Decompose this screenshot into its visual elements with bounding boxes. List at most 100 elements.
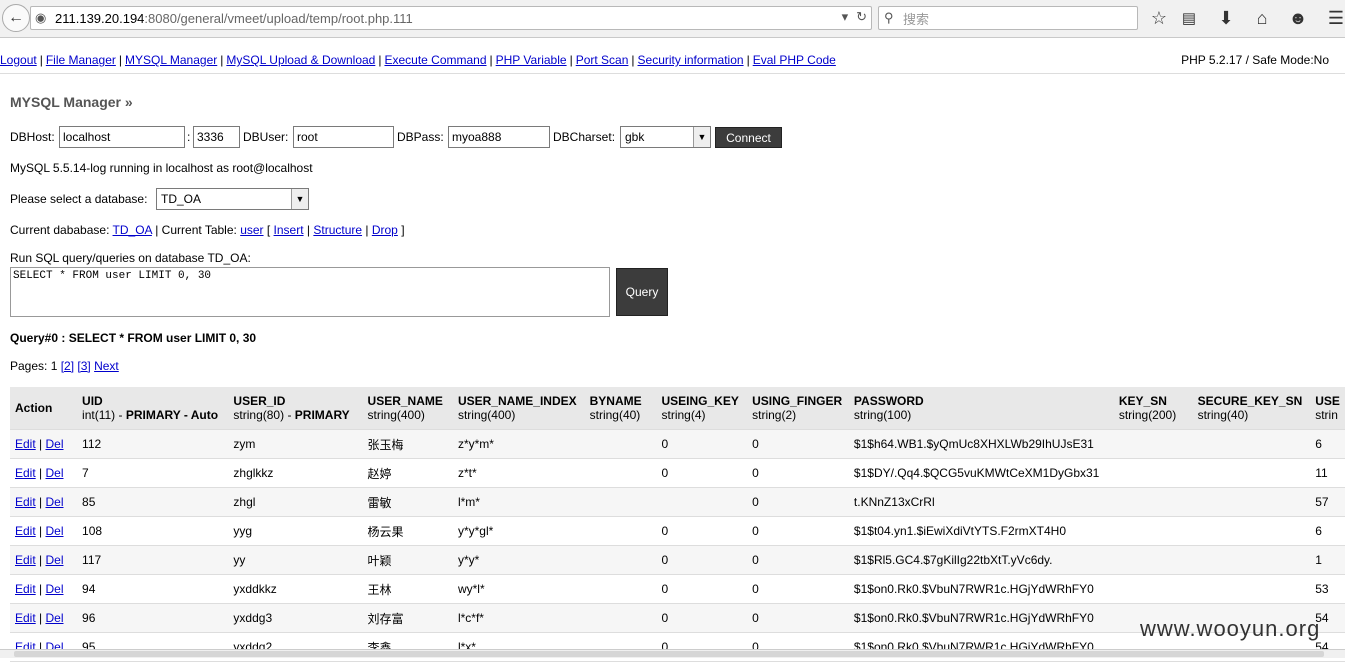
- current-table-link[interactable]: user: [240, 223, 263, 237]
- table-cell: $1$DY/.Qq4.$QCG5vuKMWtCeXM1DyGbx31: [848, 458, 1114, 488]
- address-bar[interactable]: ◉ 211.139.20.194:8080/general/vmeet/uplo…: [30, 6, 872, 30]
- browser-toolbar: ← ◉ 211.139.20.194:8080/general/vmeet/up…: [0, 0, 1345, 38]
- page-2-link[interactable]: [2]: [61, 359, 74, 373]
- table-cell: 雷敏: [362, 487, 453, 517]
- nav-file-manager[interactable]: File Manager: [46, 53, 116, 67]
- table-cell: 0: [656, 458, 748, 488]
- table-cell: yxddg3: [228, 603, 363, 633]
- column-header: USER_NAME string(400): [362, 387, 453, 430]
- table-cell: [1113, 429, 1193, 459]
- column-header: KEY_SN string(200): [1113, 387, 1193, 430]
- edit-link[interactable]: Edit: [15, 611, 36, 625]
- query-button[interactable]: Query: [616, 268, 668, 316]
- table-cell: [1113, 545, 1193, 575]
- del-link[interactable]: Del: [45, 495, 63, 509]
- current-database-line: Current dababase: TD_OA | Current Table:…: [10, 223, 405, 237]
- table-cell: [1113, 458, 1193, 488]
- chat-icon[interactable]: ☻: [1284, 4, 1312, 32]
- table-cell: yy: [228, 545, 363, 575]
- table-cell: zhglkkz: [228, 458, 363, 488]
- dropdown-arrow-icon[interactable]: ▾: [842, 9, 849, 25]
- row-actions: Edit | Del: [10, 545, 78, 575]
- dbuser-input[interactable]: [293, 126, 394, 148]
- horizontal-scrollbar[interactable]: [0, 649, 1345, 658]
- table-cell: z*y*m*: [452, 429, 585, 459]
- table-cell: zhgl: [228, 487, 363, 517]
- globe-icon: ◉: [35, 10, 47, 25]
- nav-mysql-manager[interactable]: MYSQL Manager: [125, 53, 217, 67]
- structure-link[interactable]: Structure: [313, 223, 362, 237]
- back-button[interactable]: ←: [2, 4, 30, 32]
- scrollbar-thumb[interactable]: [14, 651, 1324, 657]
- dbcharset-select[interactable]: gbk ▼: [620, 126, 711, 148]
- del-link[interactable]: Del: [45, 524, 63, 538]
- table-cell: [584, 574, 657, 604]
- edit-link[interactable]: Edit: [15, 466, 36, 480]
- table-cell: 96: [77, 603, 229, 633]
- database-select[interactable]: TD_OA ▼: [156, 188, 309, 210]
- home-icon[interactable]: ⌂: [1248, 4, 1276, 32]
- del-link[interactable]: Del: [45, 437, 63, 451]
- nav-php-variable[interactable]: PHP Variable: [496, 53, 567, 67]
- table-cell: 117: [77, 545, 229, 575]
- del-link[interactable]: Del: [45, 553, 63, 567]
- download-icon[interactable]: ⬇: [1212, 4, 1240, 32]
- search-input[interactable]: [901, 9, 1135, 29]
- del-link[interactable]: Del: [45, 582, 63, 596]
- nav-eval-php-code[interactable]: Eval PHP Code: [753, 53, 836, 67]
- edit-link[interactable]: Edit: [15, 582, 36, 596]
- sql-query-textarea[interactable]: SELECT * FROM user LIMIT 0, 30: [10, 267, 610, 317]
- drop-link[interactable]: Drop: [372, 223, 398, 237]
- edit-link[interactable]: Edit: [15, 495, 36, 509]
- port-input[interactable]: [193, 126, 240, 148]
- table-cell: [1192, 458, 1311, 488]
- column-header: PASSWORD string(100): [848, 387, 1114, 430]
- table-cell: 0: [656, 603, 748, 633]
- edit-link[interactable]: Edit: [15, 437, 36, 451]
- next-page-link[interactable]: Next: [94, 359, 119, 373]
- table-cell: 6: [1310, 516, 1345, 546]
- port-separator: :: [187, 130, 191, 144]
- reading-list-icon[interactable]: ▤: [1175, 4, 1203, 32]
- table-cell: [1192, 545, 1311, 575]
- bookmark-star-icon[interactable]: ☆: [1145, 4, 1173, 32]
- reload-icon[interactable]: ↻: [856, 9, 867, 25]
- del-link[interactable]: Del: [45, 611, 63, 625]
- select-database-label: Please select a database:: [10, 192, 148, 206]
- table-cell: 0: [656, 516, 748, 546]
- nav-execute-command[interactable]: Execute Command: [384, 53, 486, 67]
- column-header: USER_NAME_INDEX string(400): [452, 387, 585, 430]
- table-cell: $1$on0.Rk0.$VbuN7RWR1c.HGjYdWRhFY0: [848, 574, 1114, 604]
- edit-link[interactable]: Edit: [15, 524, 36, 538]
- nav-security-information[interactable]: Security information: [638, 53, 744, 67]
- dbhost-input[interactable]: [59, 126, 185, 148]
- chevron-down-icon: ▼: [693, 127, 710, 147]
- nav-port-scan[interactable]: Port Scan: [576, 53, 629, 67]
- mysql-status: MySQL 5.5.14-log running in localhost as…: [10, 161, 313, 175]
- insert-link[interactable]: Insert: [274, 223, 304, 237]
- table-cell: l*c*f*: [452, 603, 585, 633]
- table-cell: [1192, 516, 1311, 546]
- table-cell: 53: [1310, 574, 1345, 604]
- connect-button[interactable]: Connect: [715, 127, 782, 148]
- column-header: USE strin: [1310, 387, 1345, 430]
- edit-link[interactable]: Edit: [15, 553, 36, 567]
- page-3-link[interactable]: [3]: [77, 359, 90, 373]
- table-cell: y*y*: [452, 545, 585, 575]
- del-link[interactable]: Del: [45, 466, 63, 480]
- dbpass-input[interactable]: [448, 126, 550, 148]
- tool-nav: Logout | File Manager | MYSQL Manager | MySQL …: [0, 38, 1345, 74]
- table-cell: zym: [228, 429, 363, 459]
- table-cell: 0: [747, 487, 849, 517]
- table-cell: yyg: [228, 516, 363, 546]
- table-cell: 杨云果: [362, 516, 453, 546]
- current-database-link[interactable]: TD_OA: [113, 223, 152, 237]
- menu-icon[interactable]: ☰: [1322, 4, 1345, 32]
- table-cell: 108: [77, 516, 229, 546]
- table-header-row: Action UID int(11) - PRIMARY - Auto USER_…: [10, 387, 1345, 430]
- table-cell: [656, 487, 748, 517]
- table-cell: 0: [656, 574, 748, 604]
- table-cell: 94: [77, 574, 229, 604]
- nav-logout[interactable]: Logout: [0, 53, 37, 67]
- nav-mysql-upload-download[interactable]: MySQL Upload & Download: [226, 53, 375, 67]
